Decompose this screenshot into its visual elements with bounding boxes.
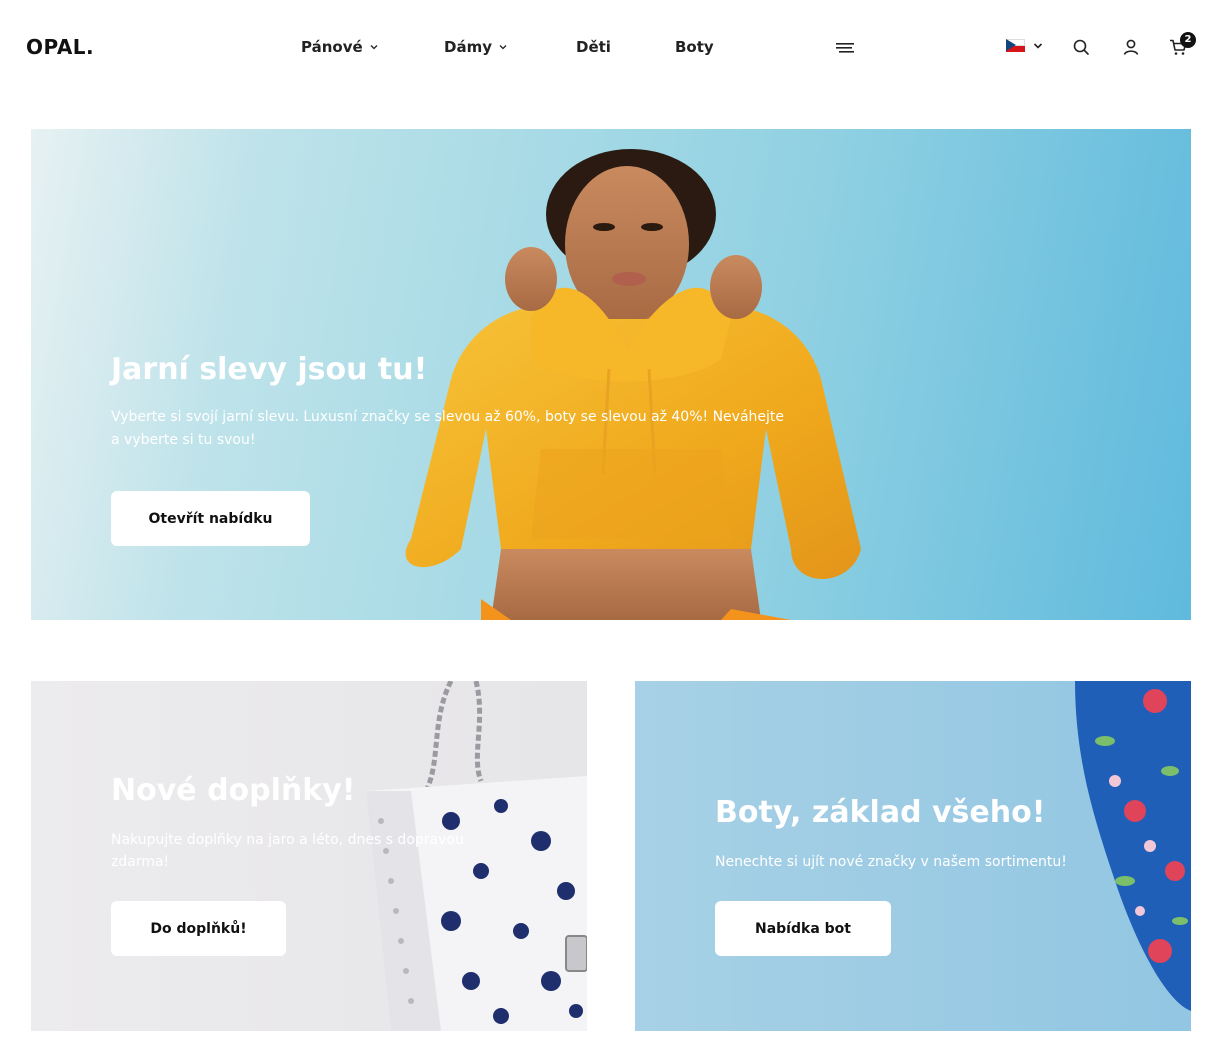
nav-item-damy[interactable]: Dámy	[444, 38, 508, 56]
hamburger-icon[interactable]	[836, 42, 854, 54]
search-icon[interactable]	[1072, 38, 1090, 56]
user-icon[interactable]	[1122, 38, 1140, 56]
hero-banner: Jarní slevy jsou tu! Vyberte si svojí ja…	[31, 129, 1191, 620]
accessories-button[interactable]: Do doplňků!	[111, 901, 286, 956]
nav-item-panove[interactable]: Pánové	[301, 38, 379, 56]
hero-title: Jarní slevy jsou tu!	[111, 352, 428, 387]
nav-item-boty[interactable]: Boty	[675, 38, 714, 56]
promo-description: Nakupujte doplňky na jaro a léto, dnes s…	[111, 832, 464, 870]
nav-item-label: Boty	[675, 38, 714, 56]
cz-flag-icon	[1006, 39, 1025, 52]
chevron-down-icon	[1033, 42, 1043, 49]
nav-item-label: Dámy	[444, 38, 492, 56]
shoes-offer-button[interactable]: Nabídka bot	[715, 901, 891, 956]
promo-title: Boty, základ všeho!	[715, 795, 1046, 830]
open-offer-button[interactable]: Otevřít nabídku	[111, 491, 310, 546]
chevron-down-icon	[499, 45, 507, 50]
nav-item-label: Pánové	[301, 38, 363, 56]
logo[interactable]: OPAL.	[26, 35, 94, 59]
chevron-down-icon	[370, 45, 378, 50]
site-header: OPAL. Pánové Dámy Děti Boty 2	[0, 0, 1217, 96]
cart-count-badge: 2	[1180, 32, 1196, 48]
promo-card-accessories: Nové doplňky! Nakupujte doplňky na jaro …	[31, 681, 587, 1031]
language-selector[interactable]	[1006, 39, 1043, 52]
promo-description: Nenechte si ujít nové značky v našem sor…	[715, 854, 1067, 870]
nav-item-deti[interactable]: Děti	[576, 38, 611, 56]
promo-card-shoes: Boty, základ všeho! Nenechte si ujít nov…	[635, 681, 1191, 1031]
nav-item-label: Děti	[576, 38, 611, 56]
hero-description: Vyberte si svojí jarní slevu. Luxusní zn…	[111, 409, 784, 448]
promo-title: Nové doplňky!	[111, 773, 356, 808]
